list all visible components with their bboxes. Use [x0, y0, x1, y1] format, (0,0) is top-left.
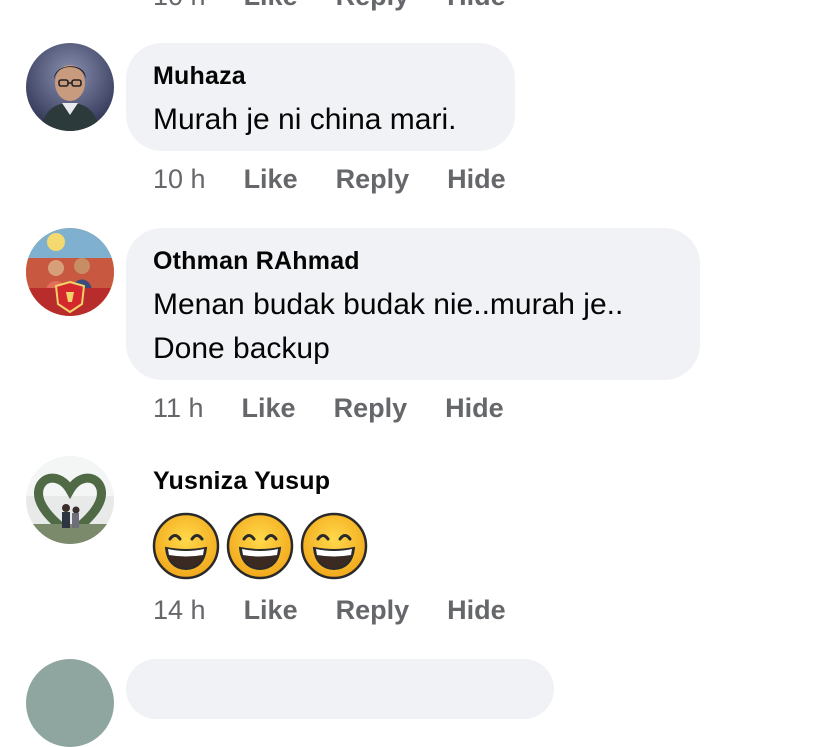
grinning-face-with-smiling-eyes-icon: [226, 512, 294, 580]
comment-timestamp: 11 h: [153, 392, 204, 423]
comment-author-name[interactable]: Yusniza Yusup: [153, 467, 330, 496]
avatar-next-comment[interactable]: [26, 659, 114, 747]
comment-actions: 14 h Like Reply Hide: [153, 590, 544, 630]
profile-photo-icon: [26, 228, 114, 316]
reply-button[interactable]: Reply: [336, 164, 410, 195]
hide-button[interactable]: Hide: [447, 164, 506, 195]
reply-button[interactable]: Reply: [334, 393, 408, 424]
hide-button[interactable]: Hide: [445, 393, 504, 424]
avatar-muhaza[interactable]: [26, 43, 114, 131]
reply-button[interactable]: Reply: [336, 0, 410, 12]
comment-bubble: [126, 659, 554, 719]
hide-button[interactable]: Hide: [447, 0, 506, 12]
avatar-yusniza-yusup[interactable]: [26, 456, 114, 544]
previous-comment-actions: 10 h Like Reply Hide: [153, 0, 544, 16]
like-button[interactable]: Like: [244, 164, 298, 195]
comment-timestamp: 10 h: [153, 163, 206, 194]
comment-author-name[interactable]: Muhaza: [153, 62, 246, 91]
comment-author-name[interactable]: Othman RAhmad: [153, 247, 360, 276]
reply-button[interactable]: Reply: [336, 595, 410, 626]
comment-timestamp: 14 h: [153, 594, 206, 625]
profile-photo-icon: [26, 43, 114, 131]
like-button[interactable]: Like: [244, 0, 298, 12]
profile-photo-icon: [26, 456, 114, 544]
hide-button[interactable]: Hide: [447, 595, 506, 626]
avatar-othman-rahmad[interactable]: [26, 228, 114, 316]
comment-actions: 11 h Like Reply Hide: [153, 388, 542, 428]
comment-text-line: Menan budak budak nie..murah je..: [153, 288, 624, 321]
comment-text-line: Done backup: [153, 332, 330, 365]
comment-actions: 10 h Like Reply Hide: [153, 159, 544, 199]
grinning-face-with-smiling-eyes-icon: [300, 512, 368, 580]
comment-text: Murah je ni china mari.: [153, 103, 457, 136]
comment-emoji-row: [152, 512, 368, 580]
grinning-face-with-smiling-eyes-icon: [152, 512, 220, 580]
like-button[interactable]: Like: [244, 595, 298, 626]
comment-timestamp: 10 h: [153, 0, 206, 12]
like-button[interactable]: Like: [242, 393, 296, 424]
